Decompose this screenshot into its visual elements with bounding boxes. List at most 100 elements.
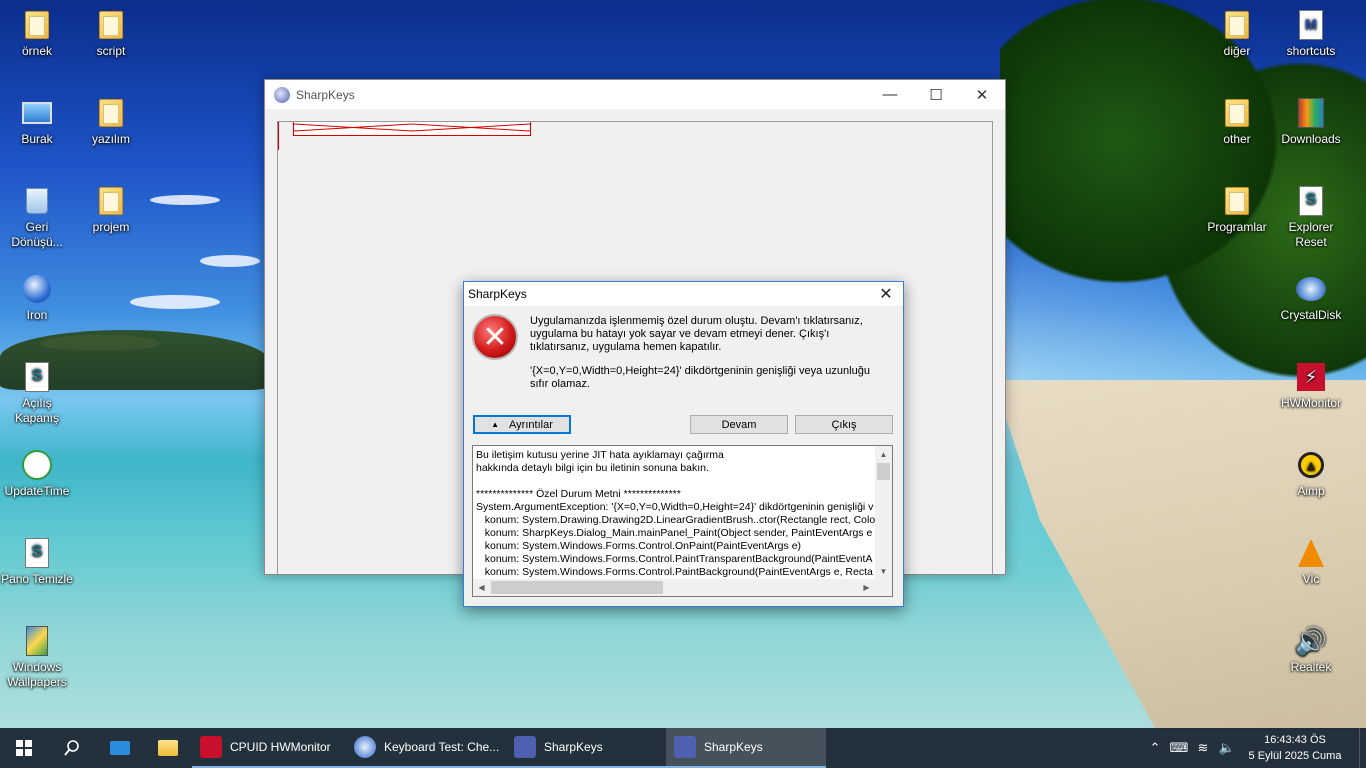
desktop-icon-hwmonitor[interactable]: ⚡ HWMonitor <box>1274 362 1348 411</box>
error-message: Uygulamanızda işlenmemiş özel durum oluş… <box>530 315 863 353</box>
desktop-icon-windows-wallpapers[interactable]: Windows Wallpapers <box>0 626 74 690</box>
crystaldisk-icon <box>1296 274 1326 304</box>
details-textbox[interactable]: Bu iletişim kutusu yerine JIT hata ayıkl… <box>472 445 893 597</box>
file-explorer-icon[interactable] <box>144 728 192 768</box>
cloud <box>200 255 260 267</box>
scroll-up-icon[interactable]: ▲ <box>875 446 892 462</box>
recycle-bin-icon <box>22 186 52 216</box>
script-file-icon: S <box>1296 186 1326 216</box>
hwmonitor-icon <box>200 736 222 758</box>
desktop-icon-label: Aimp <box>1297 484 1325 498</box>
vlc-icon <box>1296 538 1326 568</box>
sharpkeys-icon <box>274 86 290 103</box>
unhandled-exception-dialog[interactable]: SharpKeys ✕ ✕ Uygulamanızda işlenmemiş ö… <box>463 281 904 607</box>
dialog-titlebar[interactable]: SharpKeys ✕ <box>464 282 903 306</box>
desktop-icon-shortcuts[interactable]: M shortcuts <box>1274 10 1348 59</box>
dialog-close-button[interactable]: ✕ <box>869 282 903 306</box>
task-view-icon[interactable] <box>96 728 144 768</box>
desktop-icon-script[interactable]: script <box>74 10 148 59</box>
desktop-icon-label: diğer <box>1223 44 1251 58</box>
clock-date: 5 Eylül 2025 Cuma <box>1248 750 1342 762</box>
desktop-icon-vlc[interactable]: Vlc <box>1274 538 1348 587</box>
input-language-icon[interactable]: ⌨ <box>1167 740 1191 756</box>
scroll-left-icon[interactable]: ◀ <box>473 579 490 596</box>
horizontal-scroll-thumb[interactable] <box>491 581 663 594</box>
search-icon[interactable] <box>48 728 96 768</box>
desktop-icon-label: HWMonitor <box>1280 396 1341 410</box>
taskbar-app-sharpkeys-dialog[interactable]: SharpKeys <box>666 728 826 768</box>
desktop-icon-recycle-bin[interactable]: Geri Dönüşü... <box>0 186 74 250</box>
desktop-icon-downloads[interactable]: Downloads <box>1274 98 1348 147</box>
exception-message: '{X=0,Y=0,Width=0,Height=24}' dikdörtgen… <box>530 365 870 390</box>
hwmonitor-icon: ⚡ <box>1296 362 1326 392</box>
system-tray: ⌃ ⌨ ≋ 🔈 16:43:43 ÖS 5 Eylül 2025 Cuma <box>1143 728 1366 768</box>
cloud <box>150 195 220 205</box>
desktop-icon-label: Pano Temizle <box>1 572 73 586</box>
clock[interactable]: 16:43:43 ÖS 5 Eylül 2025 Cuma <box>1239 732 1351 764</box>
desktop-icon-label: Explorer Reset <box>1288 220 1334 249</box>
desktop-icon-iron[interactable]: Iron <box>0 274 74 323</box>
details-button[interactable]: ▲ Ayrıntılar <box>473 415 571 434</box>
scroll-right-icon[interactable]: ▶ <box>858 579 875 596</box>
speaker-icon: 🔊 <box>1294 625 1328 656</box>
desktop-icon-yazilim[interactable]: yazılım <box>74 98 148 147</box>
maximize-button[interactable]: ☐ <box>913 80 959 109</box>
vertical-scrollbar[interactable]: ▲ ▼ <box>875 446 892 579</box>
taskbar-app-sharpkeys[interactable]: SharpKeys <box>506 728 666 768</box>
folder-icon <box>96 186 126 216</box>
quit-button[interactable]: Çıkış <box>795 415 893 434</box>
taskbar-app-browser[interactable]: Keyboard Test: Che... <box>346 728 506 768</box>
red-border-line <box>278 122 279 150</box>
broken-gradient-header <box>293 122 531 136</box>
desktop-icon-diger[interactable]: diğer <box>1200 10 1274 59</box>
continue-button[interactable]: Devam <box>690 415 788 434</box>
clock-time: 16:43:43 ÖS <box>1264 734 1326 746</box>
iron-browser-icon <box>354 736 376 758</box>
desktop-icon-label: Windows Wallpapers <box>7 660 67 689</box>
desktop-icon-other[interactable]: other <box>1200 98 1274 147</box>
desktop-icon-updatetime[interactable]: UpdateTime <box>0 450 74 499</box>
desktop-icon-label: Downloads <box>1281 132 1341 146</box>
windows-start-icon[interactable] <box>0 728 48 768</box>
error-icon: ✕ <box>472 314 518 360</box>
show-desktop-button[interactable] <box>1359 728 1366 768</box>
aimp-icon: ▲ <box>1296 450 1326 480</box>
dialog-title: SharpKeys <box>468 287 527 301</box>
desktop-icon-ornek[interactable]: örnek <box>0 10 74 59</box>
folder-icon <box>1222 98 1252 128</box>
folder-icon <box>96 98 126 128</box>
iron-browser-icon <box>22 274 52 304</box>
desktop-icon-label: Iron <box>26 308 48 322</box>
minimize-button[interactable]: — <box>867 80 913 109</box>
volume-icon[interactable]: 🔈 <box>1215 740 1239 756</box>
desktop-icon-explorer-reset[interactable]: S Explorer Reset <box>1274 186 1348 250</box>
desktop-icon-label: script <box>96 44 126 58</box>
desktop-icon-projem[interactable]: projem <box>74 186 148 235</box>
chevron-up-icon[interactable]: ⌃ <box>1143 740 1167 756</box>
scroll-down-icon[interactable]: ▼ <box>875 563 892 579</box>
close-button[interactable]: ✕ <box>959 80 1005 109</box>
folder-icon <box>1222 186 1252 216</box>
desktop-icon-realtek[interactable]: 🔊 Realtek <box>1274 626 1348 675</box>
taskbar-app-label: CPUID HWMonitor <box>230 740 331 754</box>
taskbar-app-label: SharpKeys <box>704 740 763 754</box>
desktop-icon-pano-temizle[interactable]: S Pano Temizle <box>0 538 74 587</box>
desktop-icon-label: Realtek <box>1290 660 1332 674</box>
sharpkeys-icon <box>674 736 696 758</box>
script-file-icon: S <box>22 538 52 568</box>
desktop-icon-aimp[interactable]: ▲ Aimp <box>1274 450 1348 499</box>
desktop-icon-acilis-kapanis[interactable]: S Açılış Kapanış <box>0 362 74 426</box>
desktop-icon-label: Burak <box>21 132 53 146</box>
shortcuts-icon: M <box>1296 10 1326 40</box>
main-titlebar[interactable]: SharpKeys — ☐ ✕ <box>265 80 1005 109</box>
desktop-icon-programlar[interactable]: Programlar <box>1200 186 1274 235</box>
wifi-icon[interactable]: ≋ <box>1191 740 1215 756</box>
desktop-icon-burak[interactable]: Burak <box>0 98 74 147</box>
taskbar-app-hwmonitor[interactable]: CPUID HWMonitor <box>192 728 346 768</box>
folder-icon <box>22 10 52 40</box>
desktop-icon-label: shortcuts <box>1286 44 1336 58</box>
desktop-icon-crystaldisk[interactable]: CrystalDisk <box>1274 274 1348 323</box>
vertical-scroll-thumb[interactable] <box>877 463 890 480</box>
desktop-icon-label: projem <box>92 220 130 234</box>
horizontal-scrollbar[interactable]: ◀ ▶ <box>473 579 892 596</box>
